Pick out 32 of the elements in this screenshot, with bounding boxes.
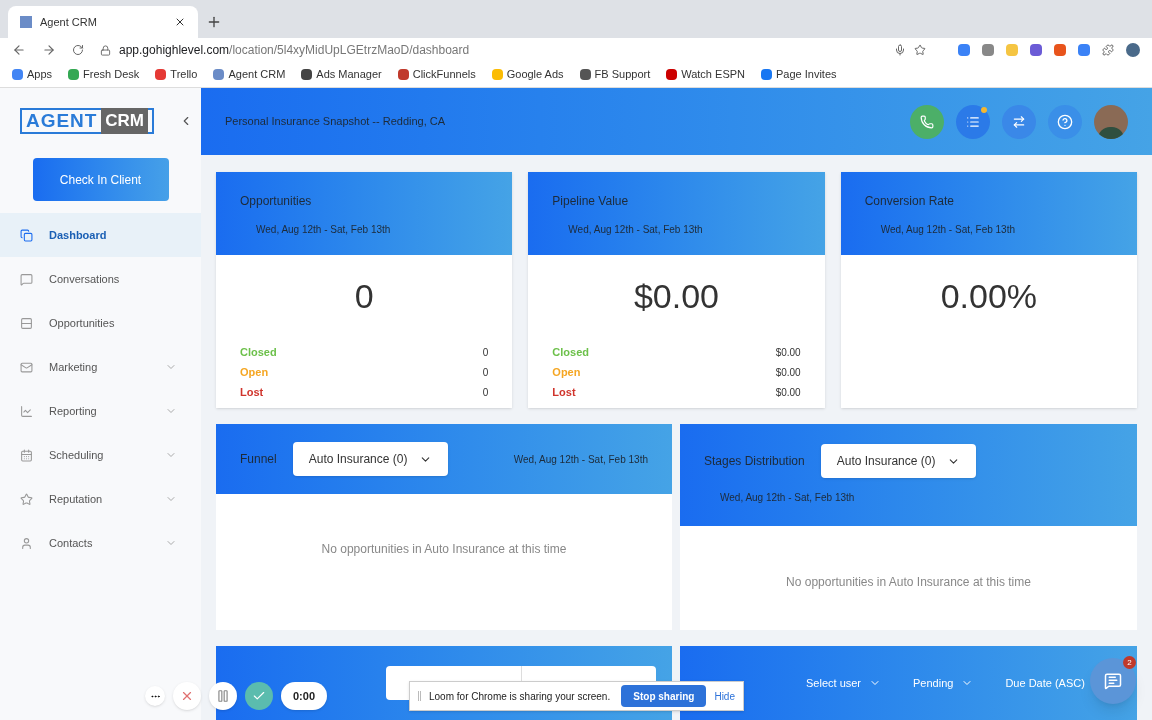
logo: AGENT CRM <box>20 108 154 134</box>
date-range: Wed, Aug 12th - Sat, Feb 13th <box>513 452 648 467</box>
url-text: app.gohighlevel.com/location/5l4xyMidUpLGEtrzMaoD/dashboard <box>119 42 471 59</box>
stat-value: 0 <box>353 276 375 317</box>
tab-title: Agent CRM <box>40 14 98 30</box>
stat-value: $0.00 <box>632 276 721 317</box>
breakdown-label: Closed <box>552 344 589 360</box>
breakdown-value: $0.00 <box>775 345 801 360</box>
date-range: Wed, Aug 12th - Sat, Feb 13th <box>567 223 704 237</box>
breakdown-label: Open <box>552 364 581 380</box>
breakdown-value: 0 <box>482 385 489 400</box>
card-title: Stages Distribution <box>704 453 805 470</box>
breakdown-label: Lost <box>240 384 264 400</box>
breakdown-label: Lost <box>552 384 576 400</box>
recording-timer: 0:00 <box>281 682 328 710</box>
breakdown-value: 0 <box>482 365 489 380</box>
card-title: Funnel <box>240 451 277 468</box>
breakdown-label: Open <box>240 364 269 380</box>
empty-message: No opportunities in Auto Insurance at this time <box>785 574 1032 591</box>
date-range: Wed, Aug 12th - Sat, Feb 13th <box>719 491 856 505</box>
sharing-message: Loom for Chrome is sharing your screen. <box>429 689 612 704</box>
card-title: Opportunities <box>240 193 313 210</box>
breakdown-label: Closed <box>240 344 277 360</box>
card-title: Pipeline Value <box>552 193 630 210</box>
breakdown-value: $0.00 <box>775 385 801 400</box>
breakdown-value: $0.00 <box>775 365 801 380</box>
breakdown-value: 0 <box>482 345 489 360</box>
card-title: Conversion Rate <box>864 193 956 210</box>
date-range: Wed, Aug 12th - Sat, Feb 13th <box>255 223 392 237</box>
date-range: Wed, Aug 12th - Sat, Feb 13th <box>879 223 1016 237</box>
empty-message: No opportunities in Auto Insurance at this time <box>320 541 568 558</box>
stat-value: 0.00% <box>939 276 1039 317</box>
